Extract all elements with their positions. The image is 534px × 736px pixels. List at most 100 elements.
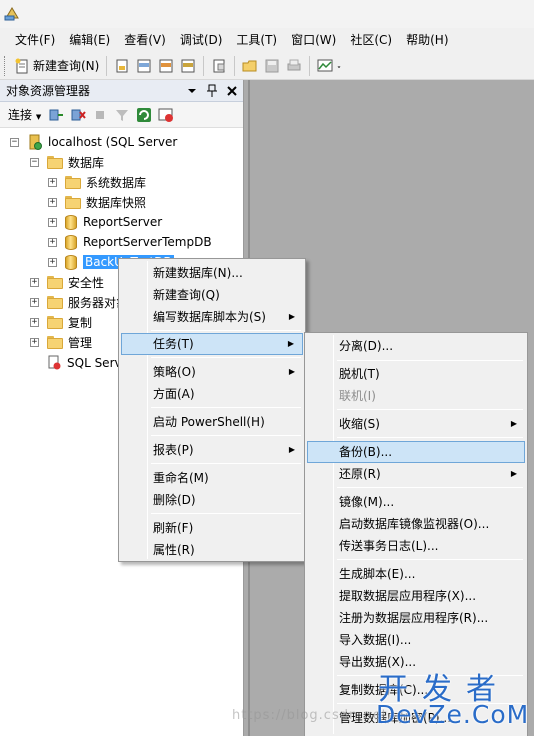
menu-item-mirror-monitor[interactable]: 启动数据库镜像监视器(O)... [307,513,525,535]
database-icon [65,254,77,270]
stop-icon[interactable] [92,107,108,123]
menu-item-backup[interactable]: 备份(B)... [307,441,525,463]
submenu-arrow-icon: ▶ [510,419,517,428]
database-icon [65,214,77,230]
menu-item-bring-online: 联机(I) [339,389,376,403]
menu-item-register-dac[interactable]: 注册为数据层应用程序(R)... [307,607,525,629]
dmx-query-button[interactable] [155,55,177,77]
tree-node-replication[interactable]: + 复制 [30,312,92,332]
object-explorer-title: 对象资源管理器 [6,84,91,98]
folder-icon [47,315,63,329]
expand-toggle[interactable]: + [30,317,39,327]
folder-icon [47,155,63,169]
tree-label-databases: 数据库 [68,155,105,170]
filter-icon[interactable] [114,107,130,123]
menu-window[interactable]: 窗口(W) [284,29,343,51]
expand-toggle[interactable]: + [30,297,39,307]
tree-node-management[interactable]: + 管理 [30,332,92,352]
tree-node-databases[interactable]: − 数据库 [30,152,104,172]
menu-item-refresh[interactable]: 刷新(F) [121,517,303,539]
tree-node-server-objects[interactable]: + 服务器对象 [30,292,128,312]
print-button[interactable] [283,55,305,77]
connect-icon[interactable] [48,107,64,123]
refresh-icon[interactable] [136,107,152,123]
new-file-button[interactable] [208,55,230,77]
ssms-app-icon[interactable] [3,4,21,22]
menu-item-reports[interactable]: 报表(P) ▶ [121,439,303,461]
menu-view[interactable]: 查看(V) [117,29,173,51]
menu-item-script-as[interactable]: 编写数据库脚本为(S) ▶ [121,306,303,328]
collapse-toggle[interactable]: − [30,157,39,167]
collapse-toggle[interactable]: − [10,137,19,147]
menu-item-tasks[interactable]: 任务(T) ▶ [121,333,303,355]
save-button[interactable] [261,55,283,77]
folder-icon [65,195,81,209]
menu-item-import-data[interactable]: 导入数据(I)... [307,629,525,651]
menu-item-detach[interactable]: 分离(D)... [307,335,525,357]
menu-item-policies[interactable]: 策略(O) ▶ [121,361,303,383]
expand-toggle[interactable]: + [48,177,57,187]
dmx-query-icon [159,59,173,72]
menu-item-take-offline[interactable]: 脱机(T) [307,363,525,385]
disconnect-icon[interactable] [70,107,87,123]
expand-toggle[interactable]: + [48,257,57,267]
mdx-query-button[interactable] [133,55,155,77]
menu-edit[interactable]: 编辑(E) [62,29,117,51]
xmla-query-button[interactable] [177,55,199,77]
agent-icon [48,355,61,370]
new-file-icon [213,59,225,72]
menu-item-powershell[interactable]: 启动 PowerShell(H) [121,411,303,433]
watermark-url: https://blog.csdn.net [232,708,388,723]
tree-node-reportservertempdb[interactable]: + ReportServerTempDB [48,232,212,252]
menu-item-properties[interactable]: 属性(R) [121,539,303,561]
menu-file[interactable]: 文件(F) [8,29,62,51]
menu-item-new-database[interactable]: 新建数据库(N)... [121,262,303,284]
activity-monitor-icon [317,59,333,71]
menu-item-shrink[interactable]: 收缩(S) ▶ [307,413,525,435]
menu-item-delete[interactable]: 删除(D) [121,489,303,511]
menu-item-mirror[interactable]: 镜像(M)... [307,491,525,513]
menu-item-extract-dac[interactable]: 提取数据层应用程序(X)... [307,585,525,607]
submenu-arrow-icon: ▶ [287,339,294,348]
object-explorer-header: 对象资源管理器 [0,80,243,102]
panel-dropdown-button[interactable] [183,82,201,100]
expand-toggle[interactable]: + [48,237,57,247]
watermark-logo-en: DevZe.CoM [376,700,530,729]
menu-item-generate-scripts[interactable]: 生成脚本(E)... [307,563,525,585]
tree-node-snapshots[interactable]: + 数据库快照 [48,192,146,212]
tree-node-reportserver[interactable]: + ReportServer [48,212,162,232]
activity-monitor-button[interactable] [314,55,336,77]
tree-label-server: localhost (SQL Server [48,135,178,149]
menu-item-policies-label: 策略(O) [153,365,196,379]
menu-item-restore[interactable]: 还原(R) ▶ [307,463,525,485]
server-icon [29,134,42,150]
tree-node-system-databases[interactable]: + 系统数据库 [48,172,146,192]
toolbar-grip[interactable] [4,55,7,76]
menu-item-new-query[interactable]: 新建查询(Q) [121,284,303,306]
menu-tools[interactable]: 工具(T) [229,29,284,51]
close-panel-button[interactable] [223,82,241,100]
pin-button[interactable] [203,82,221,100]
expand-toggle[interactable]: + [48,217,57,227]
tree-node-security[interactable]: + 安全性 [30,272,104,292]
menu-item-facets[interactable]: 方面(A) [121,383,303,405]
expand-toggle[interactable]: + [30,277,39,287]
open-button[interactable] [239,55,261,77]
open-file-button[interactable] [111,55,133,77]
mdx-query-icon [137,59,151,72]
database-icon [65,234,77,250]
activity-monitor-icon[interactable] [158,107,174,123]
menu-community[interactable]: 社区(C) [343,29,399,51]
toolbar-overflow-button[interactable] [336,55,346,77]
menu-debug[interactable]: 调试(D) [173,29,230,51]
menu-help[interactable]: 帮助(H) [399,29,455,51]
watermark-logo: 开发者 DevZe.CoM [372,664,532,734]
tree-node-server[interactable]: − localhost (SQL Server [10,132,177,152]
connect-dropdown[interactable]: 连接 ▼ [8,106,41,123]
expand-toggle[interactable]: + [48,197,57,207]
tree-label-replication: 复制 [68,315,93,330]
menu-item-rename[interactable]: 重命名(M) [121,467,303,489]
new-query-button[interactable]: 新建查询(N) [11,55,102,77]
expand-toggle[interactable]: + [30,337,39,347]
menu-item-log-shipping[interactable]: 传送事务日志(L)... [307,535,525,557]
